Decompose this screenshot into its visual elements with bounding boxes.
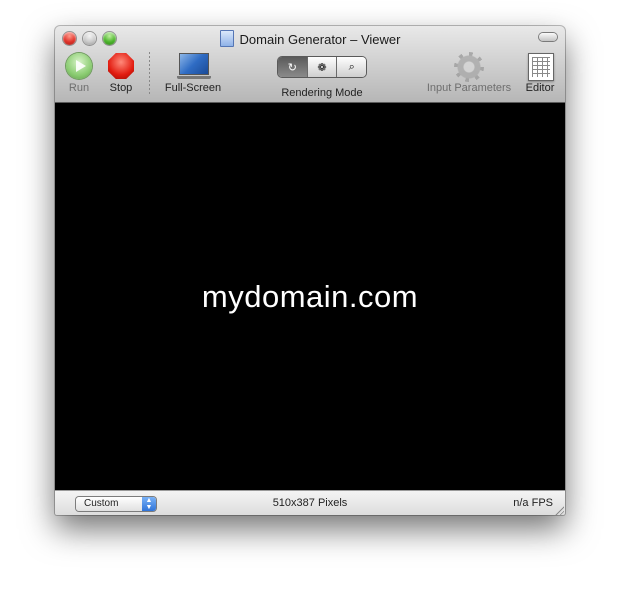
run-label: Run [68, 82, 90, 94]
fps-readout: n/a FPS [513, 497, 553, 509]
editor-button[interactable]: Editor [519, 48, 561, 98]
rendering-mode-label: Rendering Mode [281, 87, 363, 99]
monitor-icon [177, 53, 211, 79]
pixel-size-readout: 510x387 Pixels [272, 497, 348, 509]
toolbar-separator [149, 52, 150, 96]
play-icon [66, 53, 92, 79]
input-parameters-label: Input Parameters [426, 82, 512, 94]
inspect-mode-button[interactable]: ⌕ [336, 57, 366, 77]
run-button[interactable]: Run [61, 48, 97, 98]
viewer-window: Domain Generator – Viewer Run Stop Full-… [55, 26, 565, 515]
toolbar-toggle-button[interactable] [539, 33, 557, 41]
refresh-mode-button[interactable]: ↻ [278, 57, 307, 77]
stop-button[interactable]: Stop [103, 48, 139, 98]
render-canvas[interactable]: mydomain.com [55, 103, 565, 490]
fullscreen-label: Full-Screen [164, 82, 222, 94]
stop-label: Stop [109, 82, 133, 94]
stop-icon [108, 53, 134, 79]
fullscreen-button[interactable]: Full-Screen [159, 48, 227, 98]
input-parameters-button[interactable]: Input Parameters [419, 48, 519, 98]
window-title-text: Domain Generator – Viewer [239, 32, 401, 47]
window-title: Domain Generator – Viewer [55, 30, 565, 47]
spreadsheet-icon [528, 53, 554, 81]
editor-label: Editor [525, 82, 555, 94]
toolbar: Domain Generator – Viewer Run Stop Full-… [55, 26, 565, 103]
document-icon [219, 30, 234, 47]
gear-icon [454, 52, 484, 82]
canvas-text: mydomain.com [201, 278, 419, 314]
bug-mode-button[interactable]: ❁ [306, 57, 337, 77]
status-bar: Custom ▲ ▼ 510x387 Pixels n/a FPS [55, 490, 565, 515]
rendering-mode-control[interactable]: ↻ ❁ ⌕ [278, 57, 366, 77]
